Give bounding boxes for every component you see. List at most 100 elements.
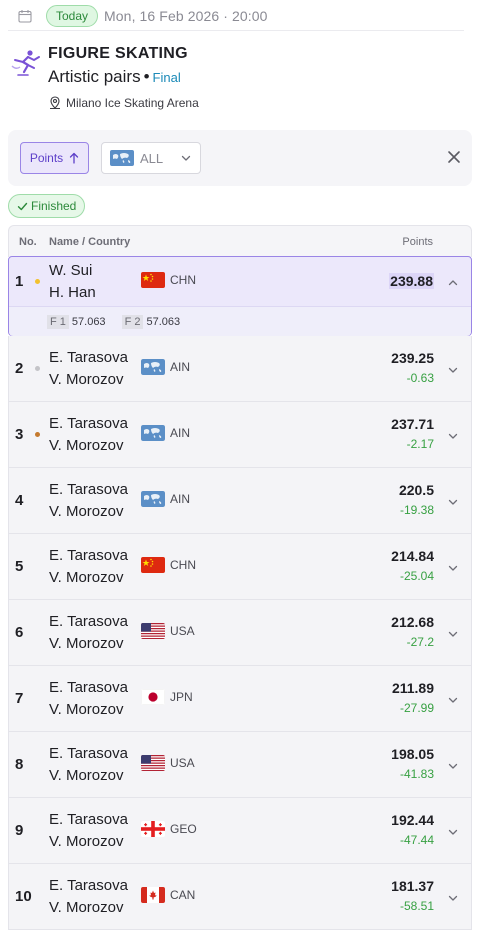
discipline-label: Artistic pairs	[48, 67, 141, 86]
result-row[interactable]: 2 E. Tarasova V. Morozov AIN 239.25 -0.63	[8, 336, 472, 402]
result-row[interactable]: 7 E. Tarasova V. Morozov JPN 211.89 -27.99	[8, 666, 472, 732]
country-flag-icon	[141, 821, 165, 837]
points-diff: -19.38	[399, 503, 434, 517]
result-row[interactable]: 1 W. Sui H. Han CHN 239.88 F 1 57.063 F 2 57.063	[8, 256, 472, 336]
rank-number: 4	[15, 492, 24, 509]
athlete-names: E. Tarasova V. Morozov	[49, 611, 128, 655]
chevron-down-icon	[448, 631, 458, 637]
expand-row-button[interactable]	[447, 429, 459, 447]
rank-number: 7	[15, 690, 24, 707]
athlete-name: E. Tarasova	[49, 547, 128, 564]
athlete-name: V. Morozov	[49, 701, 124, 718]
collapse-row-button[interactable]	[447, 276, 459, 294]
expand-row-button[interactable]	[447, 825, 459, 843]
athlete-name: E. Tarasova	[49, 349, 128, 366]
country: GEO	[141, 821, 197, 837]
points-value: 211.89	[391, 680, 434, 696]
header-no: No.	[19, 236, 37, 248]
result-row[interactable]: 5 E. Tarasova V. Morozov CHN 214.84 -25.04	[8, 534, 472, 600]
points-value: 239.88	[389, 273, 434, 289]
chevron-down-icon	[448, 565, 458, 571]
divider	[8, 30, 464, 31]
filter-bar: Points ALL	[8, 130, 472, 186]
status-label: Finished	[31, 199, 77, 213]
calendar-icon	[18, 10, 32, 23]
close-icon[interactable]	[446, 149, 462, 165]
points-diff: -25.04	[399, 569, 434, 583]
country-flag-icon	[141, 689, 165, 705]
country-flag-icon	[141, 491, 165, 507]
expand-row-button[interactable]	[447, 495, 459, 513]
figure-skating-icon	[11, 50, 40, 76]
expand-row-button[interactable]	[447, 891, 459, 909]
medal-gold-dot	[35, 279, 40, 284]
points-diff: -58.51	[399, 899, 434, 913]
rank-number: 8	[15, 756, 24, 773]
country: AIN	[141, 491, 190, 507]
points-value: 237.71	[391, 416, 434, 432]
athlete-name: V. Morozov	[49, 569, 124, 586]
result-row[interactable]: 6 E. Tarasova V. Morozov USA 212.68 -27.2	[8, 600, 472, 666]
result-row[interactable]: 10 E. Tarasova V. Morozov CAN 181.37 -58.51	[8, 864, 472, 930]
split-value: 57.063	[146, 315, 181, 328]
points-diff: -27.99	[399, 701, 434, 715]
country-code: GEO	[170, 822, 197, 836]
points-diff: -47.44	[399, 833, 434, 847]
athlete-name: V. Morozov	[49, 767, 124, 784]
athlete-names: E. Tarasova V. Morozov	[49, 413, 128, 457]
athlete-name: H. Han	[49, 284, 96, 301]
chevron-down-icon	[448, 895, 458, 901]
points-diff: -41.83	[399, 767, 434, 781]
country-flag-icon	[141, 425, 165, 441]
points-diff: -0.63	[406, 371, 434, 385]
rank-number: 5	[15, 558, 24, 575]
expand-row-button[interactable]	[447, 627, 459, 645]
rank-number: 9	[15, 822, 24, 839]
country: CHN	[141, 272, 196, 288]
today-badge: Today	[46, 5, 99, 27]
header-points: Points	[402, 236, 433, 248]
score-splits: F 1 57.063 F 2 57.063	[9, 306, 471, 336]
result-row[interactable]: 4 E. Tarasova V. Morozov AIN 220.5 -19.38	[8, 468, 472, 534]
country: AIN	[141, 425, 190, 441]
chevron-down-icon	[181, 155, 191, 161]
expand-row-button[interactable]	[447, 561, 459, 579]
country-flag-icon	[141, 755, 165, 771]
athlete-names: E. Tarasova V. Morozov	[49, 743, 128, 787]
country-code: AIN	[170, 492, 191, 506]
stage-label: Final	[152, 70, 181, 85]
country: CHN	[141, 557, 196, 573]
chevron-up-icon	[448, 280, 458, 286]
rank-number: 2	[15, 360, 24, 377]
expand-row-button[interactable]	[447, 759, 459, 777]
country-code: AIN	[170, 360, 191, 374]
result-row[interactable]: 3 E. Tarasova V. Morozov AIN 237.71 -2.17	[8, 402, 472, 468]
status-badge: Finished	[8, 194, 86, 218]
results-table-header: No. Name / Country Points	[8, 225, 472, 257]
location-pin-icon	[50, 96, 60, 109]
country-code: AIN	[170, 426, 191, 440]
expand-row-button[interactable]	[447, 363, 459, 381]
result-row[interactable]: 8 E. Tarasova V. Morozov USA 198.05 -41.83	[8, 732, 472, 798]
points-value: 192.44	[391, 812, 434, 828]
expand-row-button[interactable]	[447, 693, 459, 711]
rank-number: 10	[15, 888, 32, 905]
athlete-names: E. Tarasova V. Morozov	[49, 545, 128, 589]
athlete-name: V. Morozov	[49, 437, 124, 454]
rank-number: 1	[15, 273, 24, 290]
country-select-value: ALL	[140, 150, 164, 166]
sort-points-button[interactable]: Points	[20, 142, 89, 174]
country-flag-icon	[141, 887, 165, 903]
world-flag-icon	[110, 150, 134, 166]
athlete-name: E. Tarasova	[49, 415, 128, 432]
check-icon	[17, 202, 28, 210]
athlete-names: W. Sui H. Han	[49, 260, 96, 304]
country-code: USA	[170, 756, 195, 770]
points-diff: -2.17	[406, 437, 434, 451]
country-select[interactable]: ALL	[101, 142, 201, 174]
athlete-name: V. Morozov	[49, 899, 124, 916]
rank-number: 6	[15, 624, 24, 641]
athlete-name: W. Sui	[49, 262, 93, 279]
result-row[interactable]: 9 E. Tarasova V. Morozov GEO 192.44 -47.44	[8, 798, 472, 864]
country-flag-icon	[141, 623, 165, 639]
